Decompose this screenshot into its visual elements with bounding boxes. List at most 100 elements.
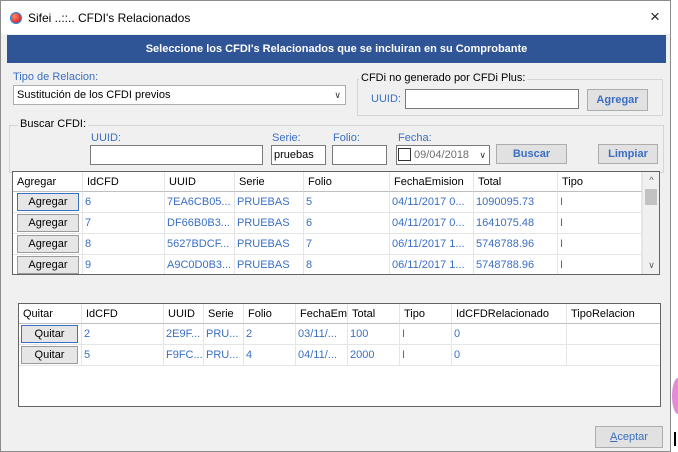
calendar-dropdown-icon: ∨ [479, 150, 486, 160]
scroll-down-icon[interactable]: ∨ [643, 257, 659, 274]
text-cursor-icon [674, 432, 676, 446]
cell-idcfdrelacionado: 0 [452, 324, 567, 345]
fecha-date-picker[interactable]: 09/04/2018 ∨ [396, 145, 490, 165]
cell-serie: PRUEBAS [235, 213, 304, 234]
cell-fecha: 04/11/... [296, 345, 348, 366]
col-header-fechaem[interactable]: FechaEm [296, 304, 348, 324]
cell-total: 5748788.96 [474, 255, 558, 274]
cfdi-uuid-input[interactable] [405, 89, 579, 109]
cell-idcfdrelacionado: 0 [452, 345, 567, 366]
fecha-value: 09/04/2018 [414, 149, 470, 161]
cell-total: 1090095.73 [474, 192, 558, 213]
cell-tiporelacion [567, 324, 660, 345]
cell-folio: 4 [244, 345, 296, 366]
col-header-total[interactable]: Total [348, 304, 400, 324]
quitar-row-button[interactable]: Quitar [21, 325, 78, 343]
cfdi-uuid-label: UUID: [371, 93, 401, 105]
cell-serie: PRU... [204, 324, 244, 345]
cell-idcfd: 6 [83, 192, 165, 213]
cell-tipo: I [400, 345, 452, 366]
agregar-row-button[interactable]: Agregar [17, 256, 79, 274]
title-bar[interactable]: Sifei ..::.. CFDI's Relacionados × [1, 1, 670, 34]
table-row: Agregar [13, 255, 83, 274]
table-row: Quitar [19, 345, 82, 366]
cell-folio: 8 [304, 255, 390, 274]
tipo-relacion-value: Sustitución de los CFDI previos [17, 89, 171, 101]
buscar-uuid-input[interactable] [90, 145, 263, 165]
limpiar-button[interactable]: Limpiar [598, 144, 658, 164]
folio-input[interactable] [332, 145, 387, 165]
agregar-row-button[interactable]: Agregar [17, 214, 79, 232]
cell-fecha: 03/11/... [296, 324, 348, 345]
cell-tipo: I [558, 234, 642, 255]
col-header-idcfd[interactable]: IdCFD [83, 172, 165, 192]
col-header-tipo[interactable]: Tipo [400, 304, 452, 324]
cell-tipo: I [400, 324, 452, 345]
buscar-cfdi-title: Buscar CFDI: [18, 118, 89, 130]
results-scrollbar[interactable]: ^ ∨ [642, 172, 659, 274]
cell-uuid: 5627BDCF... [165, 234, 235, 255]
cell-serie: PRUEBAS [235, 255, 304, 274]
col-header-agregar[interactable]: Agregar [13, 172, 83, 192]
app-logo-icon [10, 12, 22, 24]
window-title: Sifei ..::.. CFDI's Relacionados [28, 11, 191, 25]
scroll-up-icon[interactable]: ^ [643, 172, 659, 189]
cell-fecha: 06/11/2017 1... [390, 234, 474, 255]
serie-input[interactable]: pruebas [271, 145, 326, 165]
col-header-tiporelacion[interactable]: TipoRelacion [567, 304, 660, 324]
background-decoration [672, 378, 678, 414]
instruction-banner: Seleccione los CFDI's Relacionados que s… [7, 35, 666, 63]
agregar-row-button[interactable]: Agregar [17, 235, 79, 253]
table-row: Agregar [13, 213, 83, 234]
col-header-quitar[interactable]: Quitar [19, 304, 82, 324]
col-header-idcfd[interactable]: IdCFD [82, 304, 164, 324]
cell-fecha: 06/11/2017 1... [390, 255, 474, 274]
chevron-down-icon: ∨ [334, 90, 341, 100]
tipo-relacion-label: Tipo de Relacion: [13, 71, 99, 83]
cell-uuid: 2E9F... [164, 324, 204, 345]
cell-folio: 7 [304, 234, 390, 255]
cell-fecha: 04/11/2017 0... [390, 192, 474, 213]
cell-uuid: A9C0D0B3... [165, 255, 235, 274]
aceptar-label: ceptar [617, 431, 648, 443]
col-header-folio[interactable]: Folio [244, 304, 296, 324]
related-cfdi-grid[interactable]: Quitar IdCFD UUID Serie Folio FechaEm To… [18, 303, 661, 407]
cell-total: 100 [348, 324, 400, 345]
quitar-row-button[interactable]: Quitar [21, 346, 78, 364]
agregar-uuid-button[interactable]: Agregar [587, 89, 648, 111]
search-results-grid[interactable]: Agregar IdCFD UUID Serie Folio FechaEmis… [12, 171, 660, 275]
cell-total: 1641075.48 [474, 213, 558, 234]
cell-idcfd: 9 [83, 255, 165, 274]
cell-total: 2000 [348, 345, 400, 366]
col-header-uuid[interactable]: UUID [164, 304, 204, 324]
cell-idcfd: 7 [83, 213, 165, 234]
col-header-folio[interactable]: Folio [304, 172, 390, 192]
cell-folio: 2 [244, 324, 296, 345]
col-header-uuid[interactable]: UUID [165, 172, 235, 192]
col-header-serie[interactable]: Serie [204, 304, 244, 324]
col-header-total[interactable]: Total [474, 172, 558, 192]
close-icon[interactable]: × [644, 7, 666, 27]
cell-serie: PRUEBAS [235, 192, 304, 213]
buscar-button[interactable]: Buscar [496, 144, 567, 164]
cell-idcfd: 8 [83, 234, 165, 255]
folio-label: Folio: [333, 132, 360, 144]
dialog-window: Sifei ..::.. CFDI's Relacionados × Selec… [0, 0, 671, 452]
table-row: Agregar [13, 192, 83, 213]
cell-tiporelacion [567, 345, 660, 366]
cell-serie: PRUEBAS [235, 234, 304, 255]
fecha-enable-checkbox[interactable] [398, 148, 411, 161]
agregar-row-button[interactable]: Agregar [17, 193, 79, 211]
fecha-label: Fecha: [398, 132, 432, 144]
col-header-tipo[interactable]: Tipo [558, 172, 642, 192]
tipo-relacion-select[interactable]: Sustitución de los CFDI previos ∨ [13, 85, 346, 105]
aceptar-button[interactable]: Aceptar [595, 426, 663, 448]
col-header-serie[interactable]: Serie [235, 172, 304, 192]
cell-idcfd: 2 [82, 324, 164, 345]
cell-uuid: F9FC... [164, 345, 204, 366]
col-header-idcfdrelacionado[interactable]: IdCFDRelacionado [452, 304, 567, 324]
cell-folio: 6 [304, 213, 390, 234]
col-header-fechaemision[interactable]: FechaEmision [390, 172, 474, 192]
scroll-thumb[interactable] [645, 189, 657, 205]
cell-serie: PRU... [204, 345, 244, 366]
